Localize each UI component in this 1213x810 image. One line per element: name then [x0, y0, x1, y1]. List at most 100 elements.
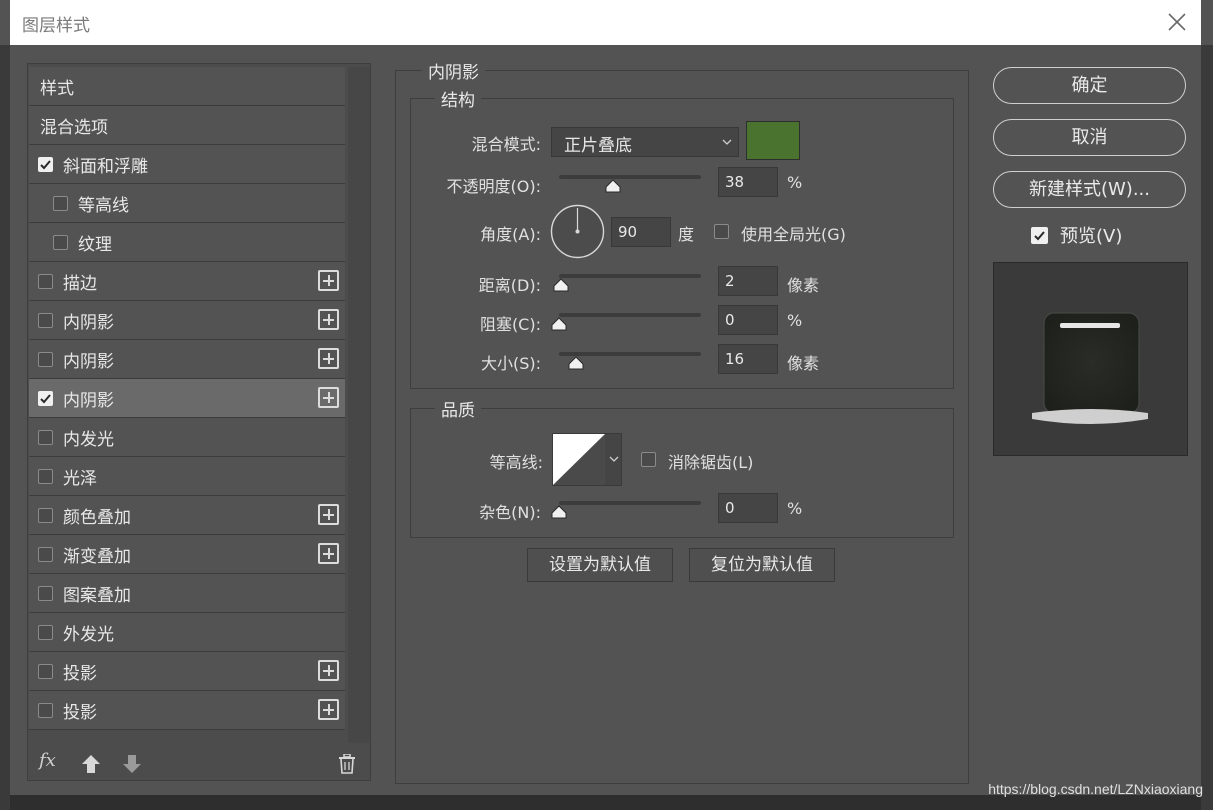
style-list-item[interactable]: 颜色叠加 [29, 496, 345, 535]
style-list-item[interactable]: 内阴影 [29, 340, 345, 379]
contour-label: 等高线: [489, 453, 543, 472]
style-label: 纹理 [78, 234, 112, 255]
style-list-item[interactable]: 光泽 [29, 457, 345, 496]
style-label: 描边 [63, 273, 97, 294]
global-light-checkbox[interactable] [714, 224, 729, 239]
global-light-label: 使用全局光(G) [741, 225, 846, 244]
arrow-down-icon[interactable] [122, 754, 142, 774]
style-checkbox[interactable] [38, 585, 53, 601]
add-effect-icon[interactable] [318, 309, 339, 330]
style-list-item[interactable]: 样式 [29, 67, 345, 106]
style-checkbox[interactable] [38, 507, 53, 523]
style-checkbox[interactable] [38, 312, 53, 328]
opacity-slider-thumb[interactable] [605, 179, 621, 193]
size-label: 大小(S): [480, 354, 541, 373]
watermark: https://blog.csdn.net/LZNxiaoxiang [988, 781, 1203, 797]
style-list-item[interactable]: 内阴影 [29, 379, 345, 418]
chevron-down-icon [609, 456, 619, 462]
new-style-button[interactable]: 新建样式(W)... [993, 171, 1186, 208]
angle-input[interactable]: 90 [611, 217, 671, 247]
choke-slider-thumb[interactable] [551, 317, 567, 331]
angle-label: 角度(A): [480, 225, 541, 244]
ok-button[interactable]: 确定 [993, 67, 1186, 104]
style-list-item[interactable]: 混合选项 [29, 106, 345, 145]
checkmark-icon [40, 159, 51, 169]
add-effect-icon[interactable] [318, 348, 339, 369]
style-list-item[interactable]: 描边 [29, 262, 345, 301]
style-label: 光泽 [63, 468, 97, 489]
noise-input[interactable]: 0 [718, 493, 778, 523]
style-list-item[interactable]: 等高线 [29, 184, 345, 223]
style-checkbox[interactable] [38, 351, 53, 367]
shadow-color-swatch[interactable] [746, 121, 800, 160]
fx-button[interactable]: fx [39, 750, 56, 771]
style-label: 投影 [63, 663, 97, 684]
style-preview [993, 262, 1188, 456]
style-list-item[interactable]: 图案叠加 [29, 574, 345, 613]
style-checkbox[interactable] [38, 663, 53, 679]
add-effect-icon[interactable] [318, 270, 339, 291]
distance-label: 距离(D): [478, 276, 541, 295]
distance-slider[interactable] [559, 274, 701, 278]
style-checkbox[interactable] [53, 234, 68, 250]
preview-checkbox[interactable] [1031, 227, 1048, 244]
add-effect-icon[interactable] [318, 387, 339, 408]
add-effect-icon[interactable] [318, 504, 339, 525]
style-label: 渐变叠加 [63, 546, 131, 567]
arrow-up-icon[interactable] [81, 754, 101, 774]
style-list-item[interactable]: 渐变叠加 [29, 535, 345, 574]
reset-default-button[interactable]: 复位为默认值 [689, 548, 835, 582]
style-list-item[interactable]: 纹理 [29, 223, 345, 262]
opacity-slider[interactable] [559, 175, 701, 179]
distance-input[interactable]: 2 [718, 266, 778, 296]
style-label: 内阴影 [63, 312, 114, 333]
opacity-input[interactable]: 38 [718, 167, 778, 197]
choke-input[interactable]: 0 [718, 305, 778, 335]
style-checkbox[interactable] [38, 390, 53, 406]
noise-slider[interactable] [559, 501, 701, 505]
background-canvas-right [1201, 45, 1213, 810]
style-list-item[interactable]: 内发光 [29, 418, 345, 457]
blend-mode-value: 正片叠底 [564, 136, 632, 156]
style-checkbox[interactable] [38, 273, 53, 289]
style-list-item[interactable]: 斜面和浮雕 [29, 145, 345, 184]
structure-title: 结构 [435, 86, 481, 111]
opacity-label: 不透明度(O): [446, 177, 541, 196]
style-list-item[interactable]: 外发光 [29, 613, 345, 652]
cancel-button[interactable]: 取消 [993, 119, 1186, 156]
set-default-button[interactable]: 设置为默认值 [527, 548, 673, 582]
choke-slider[interactable] [559, 313, 701, 317]
noise-slider-thumb[interactable] [551, 505, 567, 519]
close-icon[interactable] [1165, 10, 1189, 34]
style-checkbox[interactable] [38, 702, 53, 718]
styles-scrollbar[interactable] [348, 67, 370, 743]
preview-label: 预览(V) [1060, 226, 1123, 247]
style-label: 内阴影 [63, 390, 114, 411]
style-label: 内发光 [63, 429, 114, 450]
contour-picker[interactable] [552, 433, 622, 486]
opacity-unit: % [787, 173, 803, 192]
size-input[interactable]: 16 [718, 344, 778, 374]
blend-mode-select[interactable]: 正片叠底 [551, 127, 739, 157]
style-checkbox[interactable] [38, 624, 53, 640]
add-effect-icon[interactable] [318, 699, 339, 720]
style-checkbox[interactable] [38, 429, 53, 445]
add-effect-icon[interactable] [318, 543, 339, 564]
structure-group: 结构 混合模式: 正片叠底 不透明度(O): 38 % 角度(A): 90 度 … [410, 86, 954, 389]
style-checkbox[interactable] [53, 195, 68, 211]
dialog-titlebar: 图层样式 [10, 0, 1201, 45]
trash-icon[interactable] [338, 754, 356, 774]
style-list-item[interactable]: 投影 [29, 691, 345, 730]
style-checkbox[interactable] [38, 546, 53, 562]
style-checkbox[interactable] [38, 156, 53, 172]
style-checkbox[interactable] [38, 468, 53, 484]
style-list-item[interactable]: 内阴影 [29, 301, 345, 340]
antialias-checkbox[interactable] [641, 452, 656, 467]
styles-list: 样式 混合选项 斜面和浮雕 等高线 纹理 描边 内阴影 内阴影 内阴影 内发光 光泽 颜色叠加 渐变叠加… [29, 67, 345, 730]
distance-slider-thumb[interactable] [553, 278, 569, 292]
style-list-item[interactable]: 投影 [29, 652, 345, 691]
add-effect-icon[interactable] [318, 660, 339, 681]
size-slider-thumb[interactable] [568, 356, 584, 370]
angle-dial[interactable] [550, 204, 605, 259]
style-label: 等高线 [78, 195, 129, 216]
